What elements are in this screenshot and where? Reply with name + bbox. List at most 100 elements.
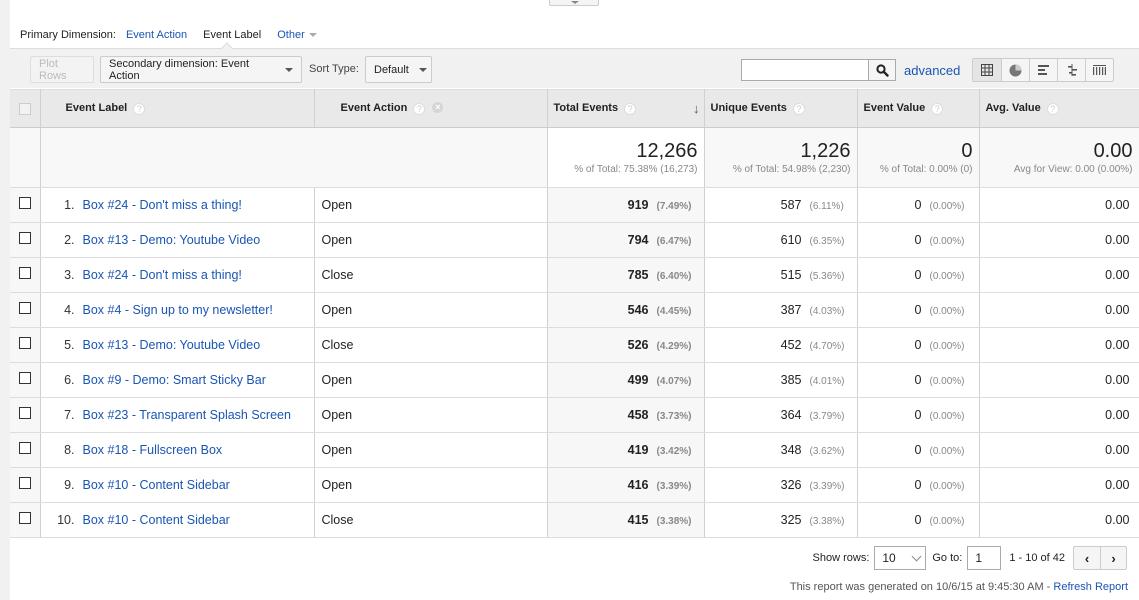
header-total-events[interactable]: Total Events? ↓ (547, 89, 705, 128)
performance-view-button[interactable] (1029, 59, 1057, 81)
unique-events-pct: (3.79%) (809, 411, 845, 422)
goto-label: Go to: (932, 552, 963, 564)
row-checkbox[interactable] (18, 301, 31, 314)
event-label-link[interactable]: Box #9 - Demo: Smart Sticky Bar (83, 373, 266, 387)
event-label-link[interactable]: Box #4 - Sign up to my newsletter! (83, 303, 273, 317)
dimension-option-other[interactable]: Other (277, 29, 317, 41)
header-event-action[interactable]: Event Action? × (314, 89, 548, 128)
row-checkbox[interactable] (18, 476, 31, 489)
event-value-value: 0 (914, 338, 922, 352)
total-events-value: 419 (627, 443, 649, 457)
row-checkbox[interactable] (18, 441, 31, 454)
total-events-pct: (3.73%) (656, 411, 692, 422)
row-select-cell (10, 502, 41, 538)
total-events-pct: (4.07%) (656, 376, 692, 387)
remove-dimension-icon[interactable]: × (432, 102, 444, 114)
unique-events-pct: (4.01%) (809, 376, 845, 387)
unique-events-cell: 326 (3.39%) (704, 467, 858, 503)
term-cloud-view-icon (1093, 65, 1106, 75)
collapse-chart-toggle[interactable] (549, 0, 599, 6)
event-value-pct: (0.00%) (929, 446, 965, 457)
event-label-link[interactable]: Box #24 - Don't miss a thing! (83, 198, 242, 212)
event-label-link[interactable]: Box #23 - Transparent Splash Screen (83, 408, 291, 422)
header-event-label[interactable]: Event Label? (40, 89, 315, 128)
help-icon[interactable]: ? (931, 102, 944, 115)
avg-value-cell: 0.00 (979, 292, 1139, 328)
prev-page-button[interactable]: ‹ (1074, 547, 1100, 569)
search-icon (875, 63, 889, 77)
event-action-cell: Close (314, 257, 548, 293)
event-label-cell: 5. Box #13 - Demo: Youtube Video (40, 327, 315, 363)
avg-value-cell: 0.00 (979, 257, 1139, 293)
goto-input[interactable]: 1 (967, 546, 1002, 570)
help-icon[interactable]: ? (792, 102, 805, 115)
row-checkbox[interactable] (18, 231, 31, 244)
secondary-dimension-dropdown[interactable]: Secondary dimension: Event Action (100, 56, 302, 83)
total-events-cell: 416 (3.39%) (547, 467, 705, 503)
help-icon[interactable]: ? (133, 102, 146, 115)
event-value-cell: 0 (0.00%) (857, 292, 980, 328)
table-row: 2. Box #13 - Demo: Youtube Video Open 794 (6… (10, 222, 1139, 258)
row-checkbox[interactable] (18, 336, 31, 349)
unique-events-cell: 587 (6.11%) (704, 187, 858, 223)
row-index: 4. (64, 303, 75, 317)
event-label-link[interactable]: Box #10 - Content Sidebar (83, 478, 230, 492)
pie-view-button[interactable] (1001, 59, 1029, 81)
avg-value-cell: 0.00 (979, 362, 1139, 398)
unique-events-value: 452 (780, 338, 802, 352)
row-checkbox[interactable] (18, 266, 31, 279)
comparison-view-button[interactable] (1057, 59, 1085, 81)
show-rows-select[interactable]: 10 (874, 546, 927, 570)
row-checkbox[interactable] (18, 406, 31, 419)
help-icon[interactable]: ? (1046, 102, 1059, 115)
help-icon[interactable]: ? (624, 102, 637, 115)
event-value-cell: 0 (0.00%) (857, 222, 980, 258)
event-label-link[interactable]: Box #24 - Don't miss a thing! (83, 268, 242, 282)
advanced-filter-link[interactable]: advanced (904, 63, 960, 78)
unique-events-cell: 452 (4.70%) (704, 327, 858, 363)
table-row: 1. Box #24 - Don't miss a thing! Open 919 (7… (10, 187, 1139, 223)
header-unique-events[interactable]: Unique Events? (704, 89, 858, 128)
unique-events-pct: (3.38%) (809, 516, 845, 527)
event-label-link[interactable]: Box #13 - Demo: Youtube Video (83, 233, 261, 247)
header-avg-value[interactable]: Avg. Value? (979, 89, 1139, 128)
row-checkbox[interactable] (18, 196, 31, 209)
event-label-link[interactable]: Box #10 - Content Sidebar (83, 513, 230, 527)
total-events-pct: (4.29%) (656, 341, 692, 352)
search-button[interactable] (868, 59, 896, 81)
event-value-cell: 0 (0.00%) (857, 397, 980, 433)
totals-total-events-sub: % of Total: 75.38% (16,273) (574, 164, 698, 175)
sort-descending-icon: ↓ (693, 101, 700, 116)
event-label-link[interactable]: Box #13 - Demo: Youtube Video (83, 338, 261, 352)
sort-type-label: Sort Type: (309, 63, 359, 75)
help-icon[interactable]: ? (413, 102, 426, 115)
select-all-checkbox[interactable] (18, 102, 31, 115)
show-rows-label: Show rows: (812, 552, 870, 564)
next-page-button[interactable]: › (1100, 547, 1126, 569)
table-search-input[interactable] (741, 59, 869, 81)
event-value-cell: 0 (0.00%) (857, 432, 980, 468)
totals-avg-value-sub: Avg for View: 0.00 (0.00%) (1013, 164, 1133, 175)
row-checkbox[interactable] (18, 371, 31, 384)
totals-total-events: 12,266 % of Total: 75.38% (16,273) (547, 127, 705, 188)
row-select-cell (10, 327, 41, 363)
dimension-option-event-label[interactable]: Event Label (203, 29, 261, 41)
avg-value-cell: 0.00 (979, 187, 1139, 223)
header-event-value[interactable]: Event Value? (857, 89, 980, 128)
avg-value-cell: 0.00 (979, 327, 1139, 363)
event-value-pct: (0.00%) (929, 411, 965, 422)
dimension-option-event-action[interactable]: Event Action (126, 29, 187, 41)
term-cloud-view-button[interactable] (1085, 59, 1113, 81)
event-value-value: 0 (914, 303, 922, 317)
generated-text: This report was generated on 10/6/15 at … (789, 581, 1054, 593)
total-events-pct: (3.39%) (656, 481, 692, 492)
total-events-value: 919 (627, 198, 649, 212)
sort-type-dropdown[interactable]: Default (365, 56, 432, 83)
refresh-report-link[interactable]: Refresh Report (1053, 581, 1128, 593)
event-value-value: 0 (914, 268, 922, 282)
dimension-option-other-label: Other (277, 29, 305, 41)
event-label-link[interactable]: Box #18 - Fullscreen Box (83, 443, 223, 457)
table-view-button[interactable] (973, 59, 1001, 81)
plot-rows-button[interactable]: Plot Rows (30, 56, 94, 83)
row-checkbox[interactable] (18, 511, 31, 524)
